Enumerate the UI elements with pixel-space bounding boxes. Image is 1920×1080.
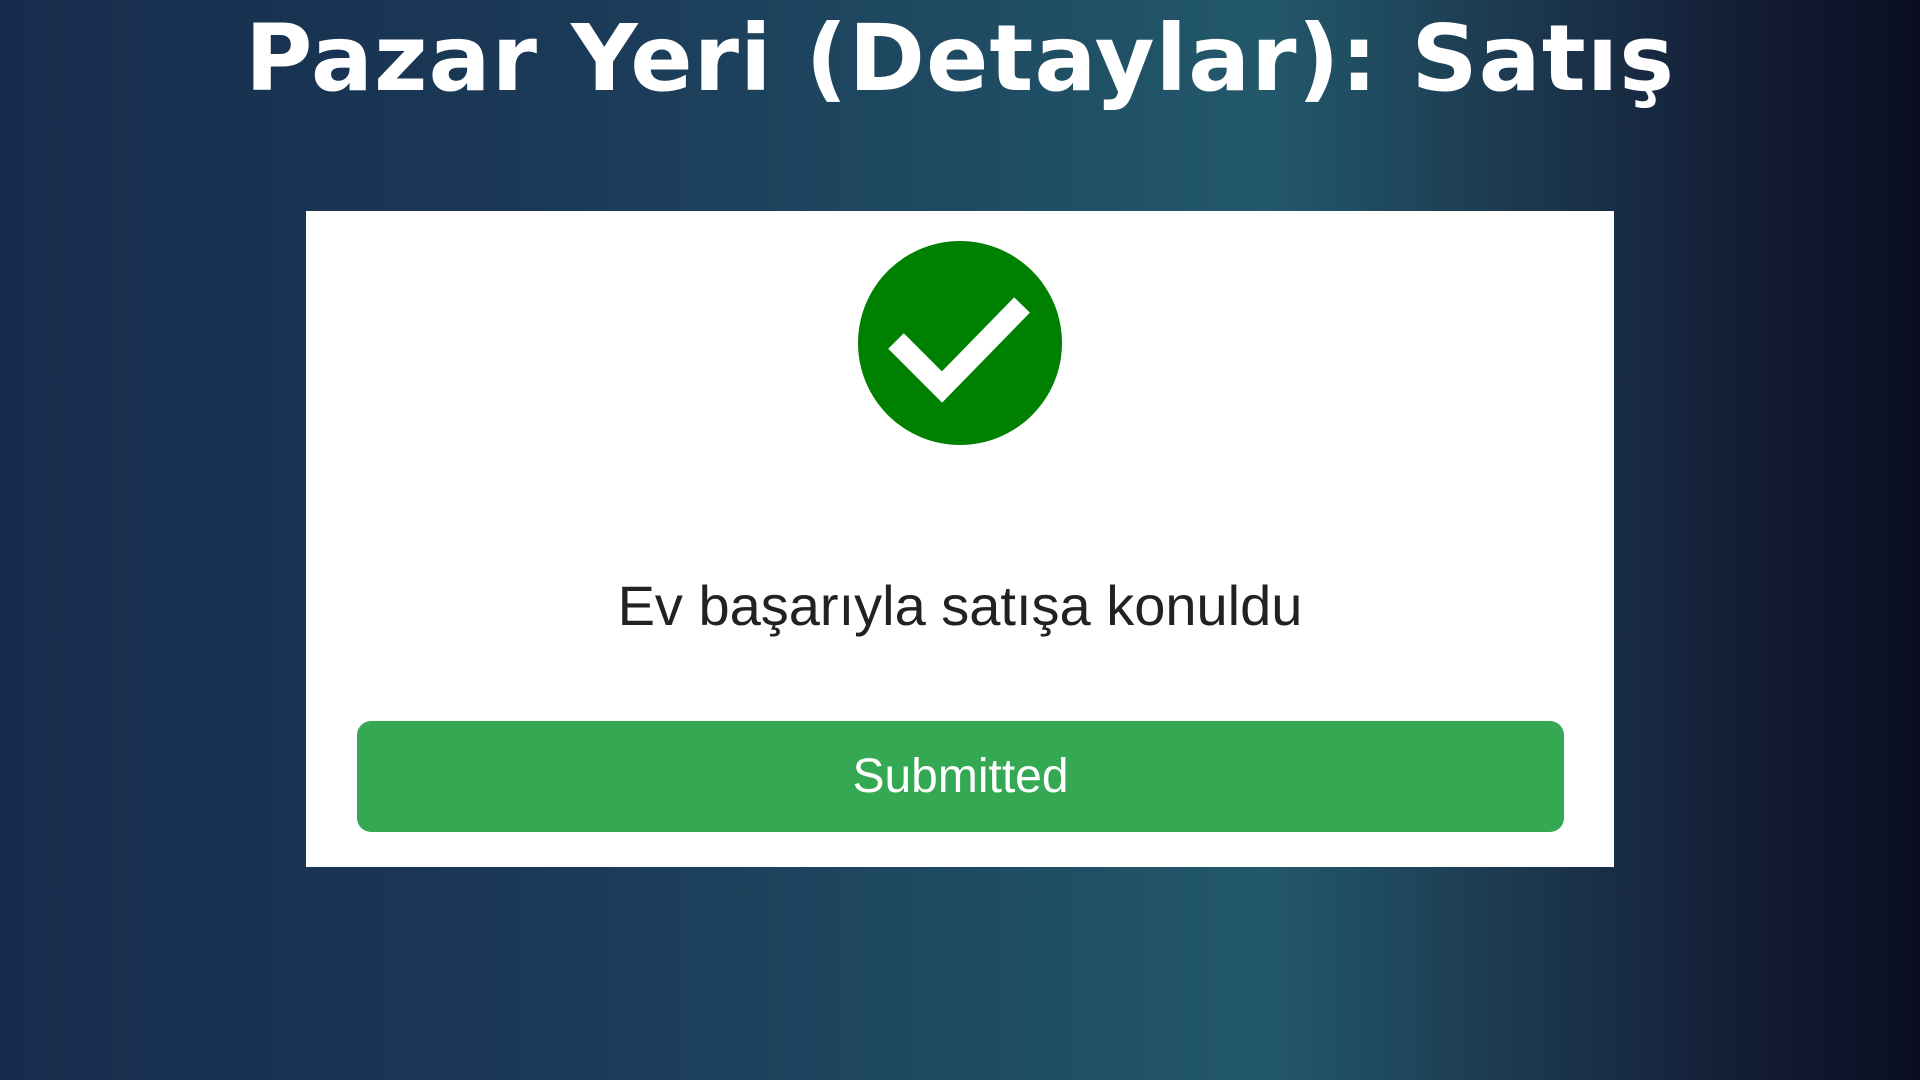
success-card: Ev başarıyla satışa konuldu Submitted [306,211,1614,867]
submitted-button[interactable]: Submitted [357,721,1564,832]
success-message: Ev başarıyla satışa konuldu [617,574,1303,637]
page-title: Pazar Yeri (Detaylar): Satış [244,5,1676,112]
checkmark-circle-icon [858,241,1062,445]
